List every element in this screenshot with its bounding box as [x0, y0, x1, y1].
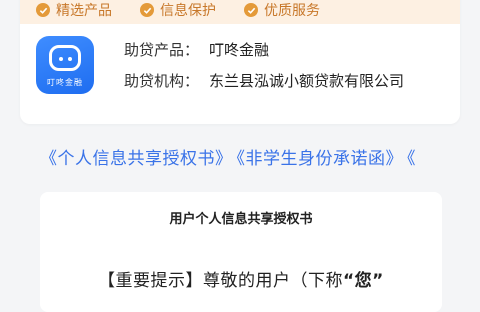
- logo-caption: 叮咚金融: [47, 78, 83, 87]
- feature-label: 信息保护: [160, 3, 216, 19]
- feature-item: 精选产品: [36, 0, 112, 20]
- agreement-link-info-sharing[interactable]: 《个人信息共享授权书》: [40, 149, 233, 168]
- tip-quote: “您”: [343, 271, 384, 291]
- product-info: 叮咚金融 助贷产品： 叮咚金融 助贷机构： 东兰县泓诚小额贷款有限公司: [20, 24, 460, 102]
- agreement-links: 《个人信息共享授权书》 《非学生身份承诺函》《: [40, 144, 480, 168]
- product-details: 助贷产品： 叮咚金融 助贷机构： 东兰县泓诚小额贷款有限公司: [124, 36, 404, 102]
- check-icon: [140, 3, 154, 17]
- feature-item: 优质服务: [244, 0, 320, 20]
- feature-label: 精选产品: [56, 3, 112, 19]
- tip-text: 【重要提示】尊敬的用户（下称: [98, 271, 343, 291]
- feature-item: 信息保护: [140, 0, 216, 20]
- agreement-link-more[interactable]: 《: [407, 149, 416, 168]
- org-label: 助贷机构：: [124, 72, 200, 90]
- document-title: 用户个人信息共享授权书: [169, 212, 313, 227]
- feature-label: 优质服务: [264, 3, 320, 19]
- product-name-value: 叮咚金融: [209, 41, 270, 59]
- check-icon: [244, 3, 258, 17]
- org-row: 助贷机构： 东兰县泓诚小额贷款有限公司: [124, 71, 404, 91]
- product-card: 精选产品 信息保护 优质服务 叮咚金融 助贷产品： 叮咚金融 助贷机构： 东兰县…: [20, 0, 460, 124]
- org-value: 东兰县泓诚小额贷款有限公司: [209, 72, 405, 90]
- product-name-label: 助贷产品：: [124, 41, 200, 59]
- app-logo: 叮咚金融: [36, 36, 94, 94]
- product-name-row: 助贷产品： 叮咚金融: [124, 40, 404, 60]
- feature-strip: 精选产品 信息保护 优质服务: [20, 0, 460, 24]
- agreement-link-non-student[interactable]: 《非学生身份承诺函》: [237, 149, 404, 168]
- agreement-document: 用户个人信息共享授权书 【重要提示】尊敬的用户（下称“您”: [40, 192, 442, 312]
- check-icon: [36, 3, 50, 17]
- document-tip: 【重要提示】尊敬的用户（下称“您”: [98, 266, 384, 291]
- robot-face-icon: [49, 45, 81, 71]
